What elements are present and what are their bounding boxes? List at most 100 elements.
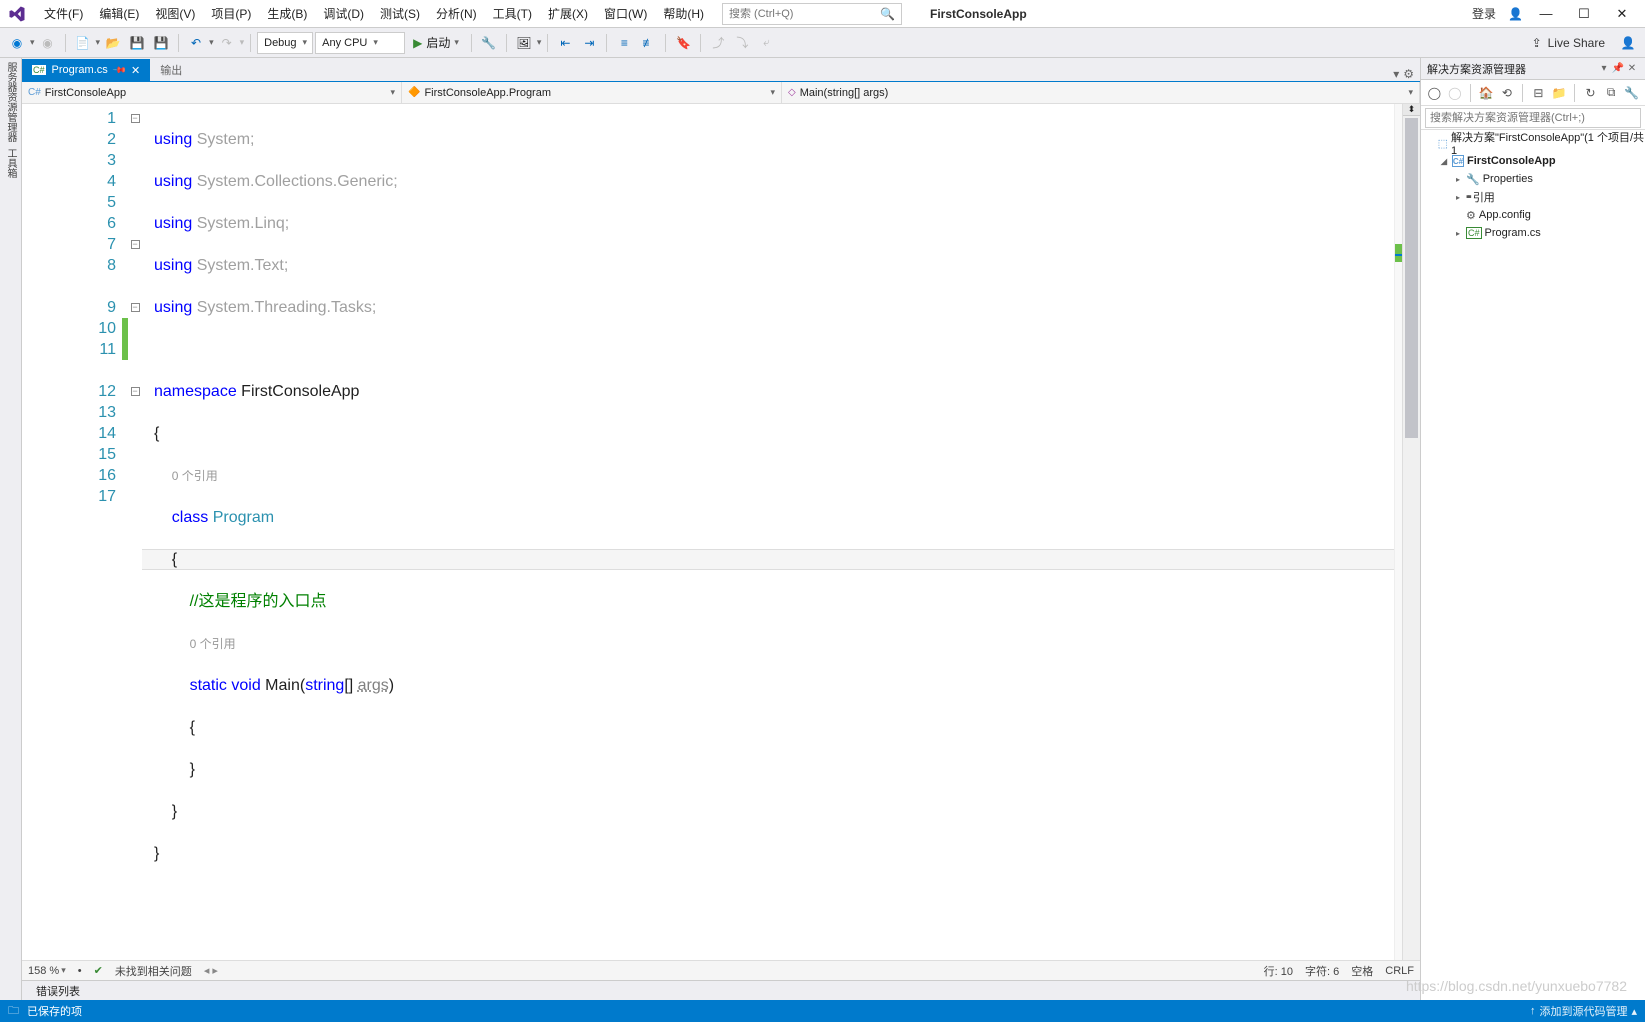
undo-button[interactable]: ↶: [185, 32, 207, 54]
open-file-button[interactable]: 📂: [102, 32, 124, 54]
search-icon: 🔍: [880, 7, 895, 21]
login-link[interactable]: 登录: [1472, 5, 1496, 22]
user-icon[interactable]: 👤: [1508, 7, 1523, 21]
tool-icon-1[interactable]: 🔧: [478, 32, 500, 54]
class-icon: 🔶: [408, 87, 420, 98]
menu-project[interactable]: 项目(P): [203, 2, 259, 25]
comment-button[interactable]: ≡: [613, 32, 635, 54]
indent-less-button[interactable]: ⇤: [554, 32, 576, 54]
code-surface[interactable]: using System; using System.Collections.G…: [142, 104, 1394, 960]
menu-window[interactable]: 窗口(W): [596, 2, 655, 25]
insert-mode: 空格: [1351, 963, 1373, 979]
tab-program-cs[interactable]: C# Program.cs 📌 ✕: [22, 59, 150, 81]
save-all-button[interactable]: 💾: [150, 32, 172, 54]
redo-button[interactable]: ↷: [216, 32, 238, 54]
tab-settings-icon[interactable]: ⚙: [1403, 67, 1414, 81]
tab-overflow-icon[interactable]: ▾: [1393, 67, 1399, 81]
menu-file[interactable]: 文件(F): [36, 2, 91, 25]
tree-properties[interactable]: ▸🔧Properties: [1421, 170, 1645, 188]
feedback-button[interactable]: 👤: [1617, 32, 1639, 54]
issues-text: 未找到相关问题: [115, 963, 192, 979]
start-button[interactable]: ▶启动▾: [407, 32, 465, 54]
source-control-button[interactable]: ↑ 添加到源代码管理 ▴: [1530, 1003, 1637, 1019]
config-dropdown[interactable]: Debug▾: [257, 32, 313, 54]
se-collapse-icon[interactable]: ⊟: [1529, 83, 1548, 103]
maximize-button[interactable]: ☐: [1565, 1, 1603, 27]
se-home-icon[interactable]: 🏠: [1477, 83, 1496, 103]
method-icon: ◇: [788, 87, 796, 98]
minimize-button[interactable]: —: [1527, 1, 1565, 27]
fold-toggle[interactable]: −: [131, 114, 140, 123]
document-tabs: C# Program.cs 📌 ✕ 输出 ▾ ⚙: [22, 58, 1420, 82]
tool-icon-2[interactable]: 🖼: [513, 32, 535, 54]
bookmark-button[interactable]: 🔖: [672, 32, 694, 54]
nav-fwd-button[interactable]: ◉: [37, 32, 59, 54]
menu-extensions[interactable]: 扩展(X): [540, 2, 596, 25]
se-sync-icon[interactable]: ⟲: [1498, 83, 1517, 103]
tree-programcs[interactable]: ▸C#Program.cs: [1421, 224, 1645, 242]
pin-icon[interactable]: 📌: [112, 62, 128, 78]
issues-indicator[interactable]: ✔: [94, 964, 103, 977]
zoom-level[interactable]: 158 % ▾: [28, 965, 66, 977]
step-button-1[interactable]: ⤴: [707, 32, 729, 54]
indent-more-button[interactable]: ⇥: [578, 32, 600, 54]
platform-dropdown[interactable]: Any CPU▾: [315, 32, 405, 54]
liveshare-button[interactable]: ⇪Live Share: [1532, 36, 1605, 50]
save-button[interactable]: 💾: [126, 32, 148, 54]
nav-class-dropdown[interactable]: 🔶 FirstConsoleApp.Program▾: [402, 82, 782, 103]
se-back-icon[interactable]: ◯: [1425, 83, 1444, 103]
panel-close-icon[interactable]: ✕: [1625, 63, 1639, 74]
close-button[interactable]: ✕: [1603, 1, 1641, 27]
se-showall-icon[interactable]: 📁: [1550, 83, 1569, 103]
menu-tools[interactable]: 工具(T): [485, 2, 540, 25]
solution-search-input[interactable]: [1425, 108, 1641, 128]
step-button-2[interactable]: ⤵: [731, 32, 753, 54]
se-properties-icon[interactable]: 🔧: [1622, 83, 1641, 103]
line-gutter: 1234567891011121314151617: [22, 104, 122, 960]
fold-toggle[interactable]: −: [131, 240, 140, 249]
menubar: 文件(F) 编辑(E) 视图(V) 项目(P) 生成(B) 调试(D) 测试(S…: [0, 0, 1645, 28]
menu-build[interactable]: 生成(B): [259, 2, 315, 25]
se-copy-icon[interactable]: ⧉: [1602, 83, 1621, 103]
uncomment-button[interactable]: ≢: [637, 32, 659, 54]
split-handle[interactable]: ⬍: [1403, 104, 1420, 116]
panel-pin-icon[interactable]: 📌: [1611, 63, 1625, 74]
editor-scrollbar[interactable]: ⬍: [1402, 104, 1420, 960]
search-input[interactable]: [729, 8, 880, 20]
menu-view[interactable]: 视图(V): [147, 2, 203, 25]
new-file-button[interactable]: 📄: [72, 32, 94, 54]
config-icon: ⚙: [1466, 209, 1476, 222]
nav-project-dropdown[interactable]: C# FirstConsoleApp▾: [22, 82, 402, 103]
step-button-3[interactable]: ⤶: [755, 32, 777, 54]
fold-toggle[interactable]: −: [131, 387, 140, 396]
solution-tree[interactable]: ⬚解决方案"FirstConsoleApp"(1 个项目/共 1 ◢C#Firs…: [1421, 130, 1645, 1000]
tree-appconfig[interactable]: ⚙App.config: [1421, 206, 1645, 224]
tree-solution[interactable]: ⬚解决方案"FirstConsoleApp"(1 个项目/共 1: [1421, 134, 1645, 152]
panel-menu-icon[interactable]: ▾: [1597, 63, 1611, 74]
menu-analyze[interactable]: 分析(N): [428, 2, 485, 25]
nav-member-dropdown[interactable]: ◇ Main(string[] args)▾: [782, 82, 1420, 103]
menu-help[interactable]: 帮助(H): [655, 2, 712, 25]
status-saved-text: 已保存的项: [27, 1003, 82, 1019]
search-box[interactable]: 🔍: [722, 3, 902, 25]
se-fwd-icon[interactable]: ◯: [1446, 83, 1465, 103]
error-list-tab[interactable]: 错误列表: [28, 981, 88, 1001]
menu-debug[interactable]: 调试(D): [315, 2, 372, 25]
fold-toggle[interactable]: −: [131, 303, 140, 312]
tree-references[interactable]: ▸▪▪引用: [1421, 188, 1645, 206]
tab-output[interactable]: 输出: [150, 59, 192, 81]
left-rail: 服务器资源管理器 工具箱: [0, 58, 22, 1000]
server-explorer-tab[interactable]: 服务器资源管理器: [3, 62, 18, 142]
close-tab-icon[interactable]: ✕: [131, 64, 140, 77]
se-refresh-icon[interactable]: ↻: [1581, 83, 1600, 103]
csharp-file-icon: C#: [32, 65, 46, 75]
nav-back-button[interactable]: ◉: [6, 32, 28, 54]
window-controls: — ☐ ✕: [1527, 1, 1641, 27]
menu-test[interactable]: 测试(S): [372, 2, 428, 25]
menu-edit[interactable]: 编辑(E): [91, 2, 147, 25]
solution-search[interactable]: [1421, 106, 1645, 130]
toolbox-tab[interactable]: 工具箱: [3, 148, 18, 178]
wrench-icon: 🔧: [1466, 173, 1480, 186]
tab-label: Program.cs: [52, 64, 108, 76]
code-editor[interactable]: 1234567891011121314151617 − − − − using …: [22, 104, 1420, 960]
